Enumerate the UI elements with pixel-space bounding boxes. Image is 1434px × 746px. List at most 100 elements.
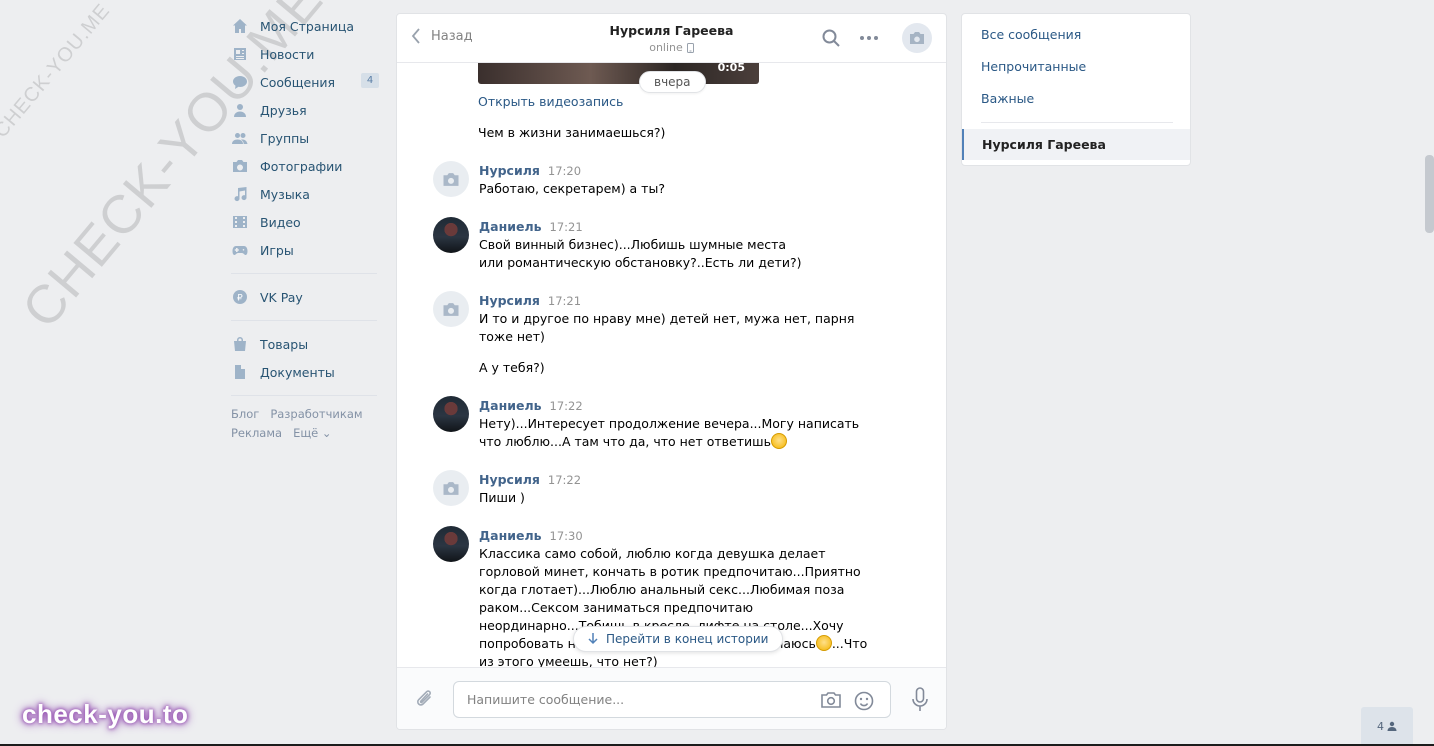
- watermark-small: CHECK-YOU.ME: [0, 0, 115, 143]
- filter-all-messages[interactable]: Все сообщения: [981, 27, 1081, 42]
- messages-count-badge: 4: [361, 73, 379, 88]
- nav-label: Игры: [260, 242, 294, 258]
- friends-icon: [231, 102, 248, 119]
- paperclip-icon: [417, 690, 431, 706]
- nav-label: Сообщения: [260, 74, 336, 90]
- message-body: Работаю, секретарем) а ты?: [479, 180, 874, 211]
- avatar[interactable]: [433, 217, 469, 253]
- nav-item-goods[interactable]: Товары: [229, 330, 381, 358]
- message-body: Свой винный бизнес)...Любишь шумные мест…: [479, 236, 809, 285]
- vkpay-icon: ₽: [231, 289, 248, 306]
- nav-item-groups[interactable]: Группы: [229, 124, 381, 152]
- home-icon: [231, 18, 248, 35]
- emoji-icon: [815, 635, 832, 651]
- message-input[interactable]: [467, 682, 797, 717]
- camera-placeholder-icon: [443, 172, 459, 186]
- message-time[interactable]: 17:21: [548, 294, 581, 308]
- nav-item-documents[interactable]: Документы: [229, 358, 381, 386]
- nav-label: Новости: [260, 46, 315, 62]
- photo-attach-button[interactable]: [820, 690, 842, 713]
- nav-item-photos[interactable]: Фотографии: [229, 152, 381, 180]
- footer-link-blog[interactable]: Блог: [231, 407, 259, 421]
- groups-icon: [231, 130, 248, 147]
- news-icon: [231, 46, 248, 63]
- avatar[interactable]: [433, 161, 469, 197]
- message-author[interactable]: Даниель: [479, 219, 542, 234]
- open-video-link[interactable]: Открыть видеозапись: [478, 94, 623, 109]
- nav-divider: [231, 320, 377, 321]
- jump-to-end-button[interactable]: Перейти в конец истории: [573, 626, 784, 652]
- more-actions-button[interactable]: [859, 28, 879, 51]
- nav-item-video[interactable]: Видео: [229, 208, 381, 236]
- bag-icon: [231, 336, 248, 353]
- footer-link-ads[interactable]: Реклама: [231, 426, 282, 440]
- nav-item-messages[interactable]: Сообщения 4: [229, 68, 381, 96]
- message-body: И то и другое по нраву мне) детей нет, м…: [479, 310, 864, 390]
- message-text: Работаю, секретарем) а ты?: [479, 181, 665, 196]
- chat-header: Назад Нурсиля Гареева online: [397, 14, 946, 63]
- message-time[interactable]: 17:20: [548, 164, 581, 178]
- message-input-wrapper: [453, 681, 891, 718]
- nav-item-news[interactable]: Новости: [229, 40, 381, 68]
- message-time[interactable]: 17:22: [548, 473, 581, 487]
- nav-divider: [231, 273, 377, 274]
- search-icon: [822, 29, 840, 47]
- page-scrollbar[interactable]: [1425, 155, 1434, 233]
- nav-label: VK Pay: [260, 289, 303, 305]
- friends-online-count: 4: [1377, 719, 1384, 733]
- friends-online-button[interactable]: 4: [1361, 707, 1413, 745]
- avatar[interactable]: [433, 526, 469, 562]
- nav-footer: Блог Разработчикам Реклама Ещё ⌄: [231, 405, 381, 443]
- avatar[interactable]: [433, 396, 469, 432]
- search-button[interactable]: [821, 28, 841, 51]
- footer-link-more[interactable]: Ещё ⌄: [293, 426, 331, 440]
- active-conversation-name: Нурсиля Гареева: [982, 137, 1106, 152]
- camera-placeholder-icon: [443, 481, 459, 495]
- nav-label: Друзья: [260, 102, 307, 118]
- message-header: Нурсиля 17:20: [479, 163, 581, 178]
- attach-button[interactable]: [415, 688, 435, 713]
- filter-unread[interactable]: Непрочитанные: [981, 59, 1086, 74]
- message-text: Чем в жизни занимаешься?): [478, 125, 666, 140]
- message-text: А у тебя?): [479, 360, 545, 375]
- nav-label: Документы: [260, 364, 335, 380]
- message-author[interactable]: Даниель: [479, 398, 542, 413]
- message-header: Нурсиля 17:21: [479, 293, 581, 308]
- nav-item-games[interactable]: Игры: [229, 236, 381, 264]
- nav-item-music[interactable]: Музыка: [229, 180, 381, 208]
- message-body: Нету)...Интересует продолжение вечера...…: [479, 415, 864, 464]
- message-header: Даниель 17:22: [479, 398, 583, 413]
- message-author[interactable]: Нурсиля: [479, 472, 540, 487]
- microphone-icon: [912, 687, 928, 711]
- peer-avatar[interactable]: [902, 23, 932, 53]
- nav-item-friends[interactable]: Друзья: [229, 96, 381, 124]
- message-body: Пиши ): [479, 489, 874, 520]
- message-author[interactable]: Даниель: [479, 528, 542, 543]
- status-text: online: [649, 41, 683, 54]
- nav-label: Фотографии: [260, 158, 343, 174]
- avatar[interactable]: [433, 291, 469, 327]
- message-time[interactable]: 17:30: [550, 529, 583, 543]
- message-author[interactable]: Нурсиля: [479, 163, 540, 178]
- emoji-picker-button[interactable]: [853, 690, 875, 715]
- message-text: Свой винный бизнес)...Любишь шумные мест…: [479, 237, 802, 270]
- message-time[interactable]: 17:21: [550, 220, 583, 234]
- camera-placeholder-icon: [910, 32, 924, 44]
- voice-message-button[interactable]: [910, 687, 930, 716]
- footer-link-developers[interactable]: Разработчикам: [270, 407, 362, 421]
- message-author[interactable]: Нурсиля: [479, 293, 540, 308]
- nav-label: Видео: [260, 214, 301, 230]
- active-conversation-item[interactable]: Нурсиля Гареева: [962, 129, 1190, 160]
- video-thumbnail[interactable]: 0:05: [478, 63, 759, 84]
- avatar[interactable]: [433, 470, 469, 506]
- music-icon: [231, 186, 248, 203]
- chat-panel: Назад Нурсиля Гареева online 0:05 вчера …: [396, 13, 947, 730]
- filter-divider: [981, 122, 1173, 123]
- nav-item-my-page[interactable]: Моя Страница: [229, 12, 381, 40]
- camera-icon: [821, 692, 841, 708]
- message-history[interactable]: 0:05 вчера Открыть видеозапись Чем в жиз…: [397, 63, 946, 667]
- nav-label: Группы: [260, 130, 310, 146]
- filter-important[interactable]: Важные: [981, 91, 1034, 106]
- message-time[interactable]: 17:22: [550, 399, 583, 413]
- nav-item-vkpay[interactable]: ₽ VK Pay: [229, 283, 381, 311]
